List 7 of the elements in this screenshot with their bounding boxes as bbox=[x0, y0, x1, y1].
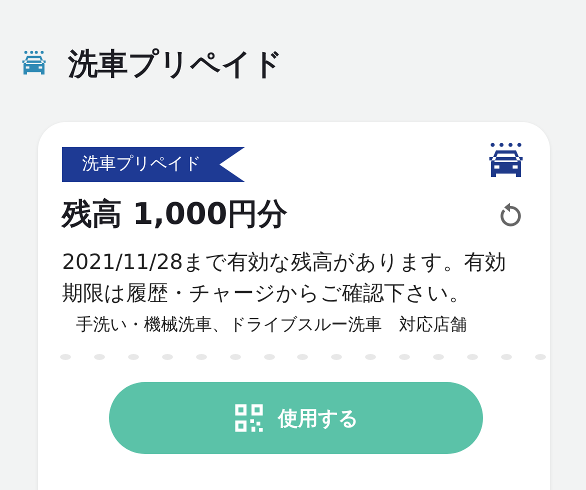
expiry-note: 2021/11/28まで有効な残高があります。有効期限は履歴・チャージからご確認下さい。 bbox=[62, 249, 508, 307]
qr-code-icon bbox=[234, 403, 264, 433]
page-title: 洗車プリペイド bbox=[68, 46, 283, 84]
card-label: 洗車プリペイド bbox=[62, 147, 245, 182]
supported-stores: 手洗い・機械洗車、ドライブスルー洗車 対応店舗 bbox=[76, 314, 468, 336]
use-button[interactable]: 使用する bbox=[109, 382, 483, 454]
balance-amount: 残高 1,000円分 bbox=[62, 196, 288, 234]
